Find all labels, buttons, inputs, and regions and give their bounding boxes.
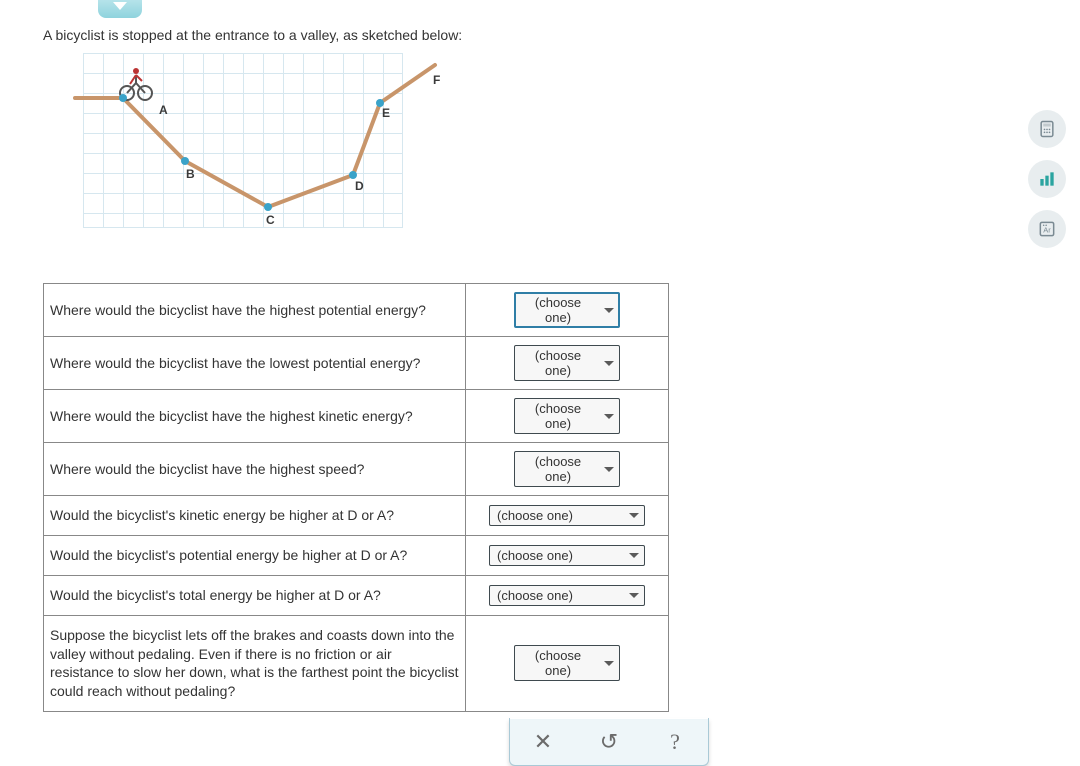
select-label: (choose one): [522, 648, 594, 678]
question-text: Would the bicyclist's kinetic energy be …: [44, 496, 466, 536]
undo-button[interactable]: ↺: [589, 729, 629, 755]
label-B: B: [186, 167, 195, 181]
answer-cell: (choose one): [466, 535, 669, 575]
question-table: Where would the bicyclist have the highe…: [43, 283, 669, 712]
answer-select[interactable]: (choose one): [514, 292, 620, 328]
label-E: E: [382, 106, 390, 120]
chevron-down-icon: [629, 593, 639, 598]
question-row: Where would the bicyclist have the highe…: [44, 284, 669, 337]
collapse-toggle[interactable]: [98, 0, 142, 18]
label-C: C: [266, 213, 275, 227]
chevron-down-icon: [629, 553, 639, 558]
answer-cell: (choose one): [466, 615, 669, 712]
answer-select[interactable]: (choose one): [489, 585, 645, 606]
chevron-down-icon: [113, 2, 127, 10]
question-text: Where would the bicyclist have the highe…: [44, 390, 466, 443]
chevron-down-icon: [604, 467, 614, 472]
ar-button[interactable]: Ar: [1028, 210, 1066, 248]
label-A: A: [159, 103, 168, 117]
point-D-dot: [349, 171, 357, 179]
question-row: Would the bicyclist's total energy be hi…: [44, 575, 669, 615]
valley-diagram: A B C D E F: [83, 53, 1037, 228]
chevron-down-icon: [629, 513, 639, 518]
bar-chart-icon: [1037, 169, 1057, 189]
calculator-icon: [1037, 119, 1057, 139]
chevron-down-icon: [604, 661, 614, 666]
clear-button[interactable]: ✕: [523, 729, 563, 755]
answer-cell: (choose one): [466, 443, 669, 496]
select-label: (choose one): [497, 508, 573, 523]
point-C-dot: [264, 203, 272, 211]
question-row: Would the bicyclist's kinetic energy be …: [44, 496, 669, 536]
question-text: Where would the bicyclist have the lowes…: [44, 337, 466, 390]
select-label: (choose one): [497, 548, 573, 563]
chevron-down-icon: [604, 361, 614, 366]
chart-button[interactable]: [1028, 160, 1066, 198]
point-A-dot: [119, 94, 127, 102]
point-B-dot: [181, 157, 189, 165]
chevron-down-icon: [604, 414, 614, 419]
select-label: (choose one): [522, 454, 594, 484]
answer-select[interactable]: (choose one): [489, 505, 645, 526]
ar-icon: Ar: [1037, 219, 1057, 239]
question-text: Would the bicyclist's potential energy b…: [44, 535, 466, 575]
answer-select[interactable]: (choose one): [514, 645, 620, 681]
question-text: Where would the bicyclist have the highe…: [44, 284, 466, 337]
answer-cell: (choose one): [466, 284, 669, 337]
prompt-text: A bicyclist is stopped at the entrance t…: [43, 27, 1037, 43]
question-row: Would the bicyclist's potential energy b…: [44, 535, 669, 575]
answer-select[interactable]: (choose one): [514, 451, 620, 487]
question-row: Suppose the bicyclist lets off the brake…: [44, 615, 669, 712]
answer-select[interactable]: (choose one): [489, 545, 645, 566]
label-F: F: [433, 73, 440, 87]
svg-text:Ar: Ar: [1043, 225, 1051, 234]
valley-path: [83, 53, 403, 228]
help-button[interactable]: ?: [655, 729, 695, 755]
answer-cell: (choose one): [466, 390, 669, 443]
answer-cell: (choose one): [466, 575, 669, 615]
control-bar: ✕ ↺ ?: [509, 718, 709, 766]
question-row: Where would the bicyclist have the highe…: [44, 390, 669, 443]
answer-cell: (choose one): [466, 337, 669, 390]
chevron-down-icon: [604, 308, 614, 313]
question-row: Where would the bicyclist have the lowes…: [44, 337, 669, 390]
side-tools: Ar: [1028, 110, 1066, 248]
calculator-button[interactable]: [1028, 110, 1066, 148]
question-row: Where would the bicyclist have the highe…: [44, 443, 669, 496]
question-text: Would the bicyclist's total energy be hi…: [44, 575, 466, 615]
question-text: Suppose the bicyclist lets off the brake…: [44, 615, 466, 712]
answer-select[interactable]: (choose one): [514, 345, 620, 381]
select-label: (choose one): [522, 401, 594, 431]
select-label: (choose one): [497, 588, 573, 603]
label-D: D: [355, 179, 364, 193]
question-text: Where would the bicyclist have the highe…: [44, 443, 466, 496]
answer-select[interactable]: (choose one): [514, 398, 620, 434]
answer-cell: (choose one): [466, 496, 669, 536]
select-label: (choose one): [522, 295, 594, 325]
select-label: (choose one): [522, 348, 594, 378]
